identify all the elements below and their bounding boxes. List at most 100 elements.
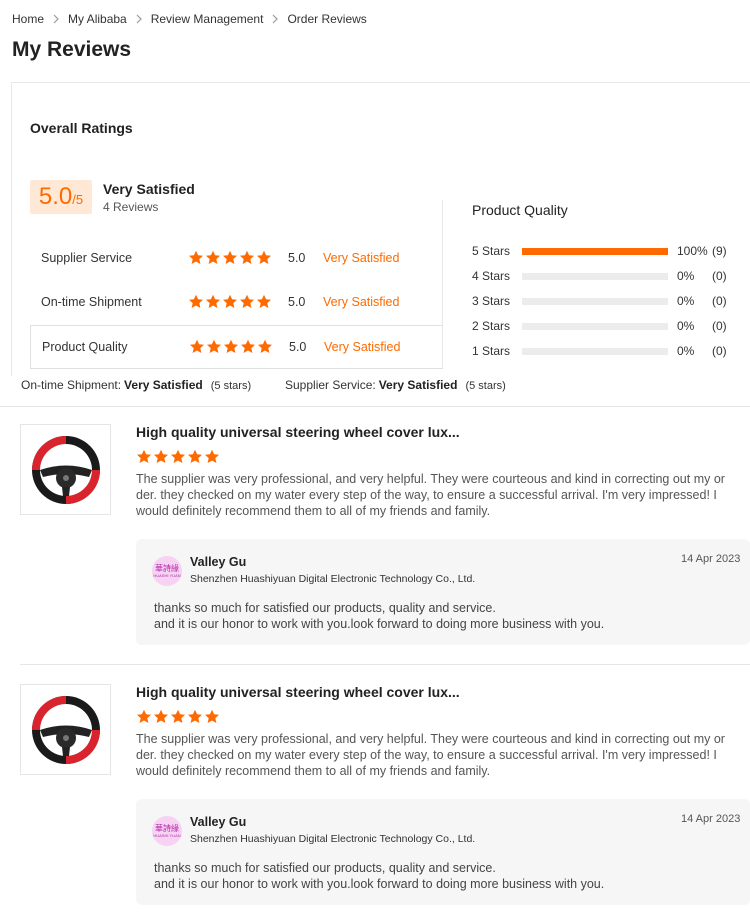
review-item: High quality universal steering wheel co… — [20, 424, 750, 649]
star-rating — [189, 339, 273, 355]
star-icon — [207, 339, 221, 353]
star-icon — [223, 294, 237, 308]
category-score: 5.0 — [288, 251, 306, 265]
distribution-row: 2 Stars 0% (0) — [472, 318, 732, 334]
product-thumbnail[interactable] — [20, 424, 111, 515]
distribution-bar-track — [522, 273, 668, 280]
star-icon — [189, 294, 203, 308]
supplier-reply: 華詩緣 HUASHI YUAN Valley Gu Shenzhen Huash… — [136, 799, 750, 905]
star-icon — [137, 709, 151, 723]
distribution-title: Product Quality — [472, 202, 568, 218]
category-row-on-time-shipment[interactable]: On-time Shipment 5.0 Very Satisfied — [30, 280, 443, 324]
avatar-logo-subtext: HUASHI YUAN — [153, 573, 181, 578]
review-text: The supplier was very professional, and … — [136, 732, 725, 778]
star-rating — [188, 250, 272, 266]
category-row-supplier-service[interactable]: Supplier Service 5.0 Very Satisfied — [30, 236, 443, 280]
distribution-label: 3 Stars — [472, 294, 511, 308]
avatar-logo-text: 華詩緣 — [155, 824, 179, 833]
review-item: High quality universal steering wheel co… — [20, 684, 750, 909]
category-score: 5.0 — [289, 340, 307, 354]
distribution-count: (9) — [712, 244, 727, 258]
overall-review-count: 4 Reviews — [103, 200, 159, 214]
star-icon — [154, 449, 168, 463]
summary-value: Very Satisfied — [378, 378, 458, 392]
star-icon — [223, 250, 237, 264]
star-icon — [205, 449, 219, 463]
avatar: 華詩緣 HUASHI YUAN — [152, 556, 182, 586]
category-name: Product Quality — [42, 340, 128, 354]
distribution-row: 4 Stars 0% (0) — [472, 268, 732, 284]
summary-stars: (5 stars) — [210, 380, 252, 392]
breadcrumb-review-management[interactable]: Review Management — [151, 12, 264, 26]
category-label: Very Satisfied — [324, 340, 401, 354]
reply-author-name: Valley Gu — [190, 555, 247, 569]
distribution-count: (0) — [712, 319, 727, 333]
summary-supplier-service: Supplier Service: Very Satisfied (5 star… — [285, 378, 506, 394]
chevron-right-icon — [263, 14, 287, 24]
review-product-title[interactable]: High quality universal steering wheel co… — [136, 424, 460, 440]
steering-wheel-image — [31, 435, 100, 504]
reply-text-line: and it is our honor to work with you.loo… — [154, 617, 605, 631]
star-icon — [224, 339, 238, 353]
star-icon — [188, 449, 202, 463]
divider — [0, 406, 750, 407]
supplier-reply: 華詩緣 HUASHI YUAN Valley Gu Shenzhen Huash… — [136, 539, 750, 645]
divider — [20, 664, 750, 665]
star-icon — [171, 709, 185, 723]
breadcrumb-order-reviews: Order Reviews — [287, 12, 367, 26]
category-score: 5.0 — [288, 295, 306, 309]
distribution-row: 1 Stars 0% (0) — [472, 343, 732, 359]
star-icon — [240, 294, 254, 308]
category-label: Very Satisfied — [323, 251, 400, 265]
star-icon — [240, 250, 254, 264]
category-name: Supplier Service — [41, 251, 133, 265]
distribution-label: 4 Stars — [472, 269, 511, 283]
breadcrumb-my-alibaba[interactable]: My Alibaba — [68, 12, 127, 26]
overall-ratings-title: Overall Ratings — [30, 120, 133, 136]
summary-value: Very Satisfied — [124, 378, 203, 392]
breadcrumb: Home My Alibaba Review Management Order … — [12, 11, 367, 27]
star-rating — [136, 709, 220, 725]
overall-score-badge: 5.0 /5 — [30, 180, 92, 214]
distribution-percent: 100% — [677, 244, 708, 258]
summary-stars: (5 stars) — [465, 380, 506, 392]
star-rating — [136, 449, 220, 465]
distribution-count: (0) — [712, 344, 727, 358]
star-icon — [257, 294, 271, 308]
star-icon — [206, 294, 220, 308]
breadcrumb-home[interactable]: Home — [12, 12, 44, 26]
star-icon — [257, 250, 271, 264]
summary-label: On-time Shipment: — [21, 378, 122, 392]
reply-date: 14 Apr 2023 — [681, 813, 741, 825]
category-name: On-time Shipment — [41, 295, 142, 309]
page-title: My Reviews — [12, 38, 132, 61]
reply-company: Shenzhen Huashiyuan Digital Electronic T… — [190, 573, 476, 585]
star-icon — [205, 709, 219, 723]
star-icon — [137, 449, 151, 463]
distribution-percent: 0% — [677, 344, 695, 358]
star-icon — [154, 709, 168, 723]
distribution-row: 5 Stars 100% (9) — [472, 243, 732, 259]
overall-score: 5.0 — [38, 183, 73, 210]
distribution-bar-track — [522, 248, 668, 255]
star-icon — [189, 250, 203, 264]
star-icon — [188, 709, 202, 723]
reply-text-line: thanks so much for satisfied our product… — [154, 601, 496, 615]
review-product-title[interactable]: High quality universal steering wheel co… — [136, 684, 460, 700]
reply-company: Shenzhen Huashiyuan Digital Electronic T… — [190, 833, 476, 845]
distribution-label: 1 Stars — [472, 344, 511, 358]
distribution-bar-fill — [522, 248, 668, 255]
reply-date: 14 Apr 2023 — [681, 553, 741, 565]
product-thumbnail[interactable] — [20, 684, 111, 775]
overall-rating-label: Very Satisfied — [103, 181, 195, 197]
distribution-bar-track — [522, 298, 668, 305]
summary-label: Supplier Service: — [285, 378, 376, 392]
distribution-label: 2 Stars — [472, 319, 511, 333]
star-icon — [190, 339, 204, 353]
reply-text-line: and it is our honor to work with you.loo… — [154, 877, 605, 891]
distribution-label: 5 Stars — [472, 244, 511, 258]
reply-text: thanks so much for satisfied our product… — [154, 600, 604, 632]
category-row-product-quality[interactable]: Product Quality 5.0 Very Satisfied — [30, 325, 443, 369]
distribution-percent: 0% — [677, 319, 695, 333]
distribution-percent: 0% — [677, 269, 695, 283]
